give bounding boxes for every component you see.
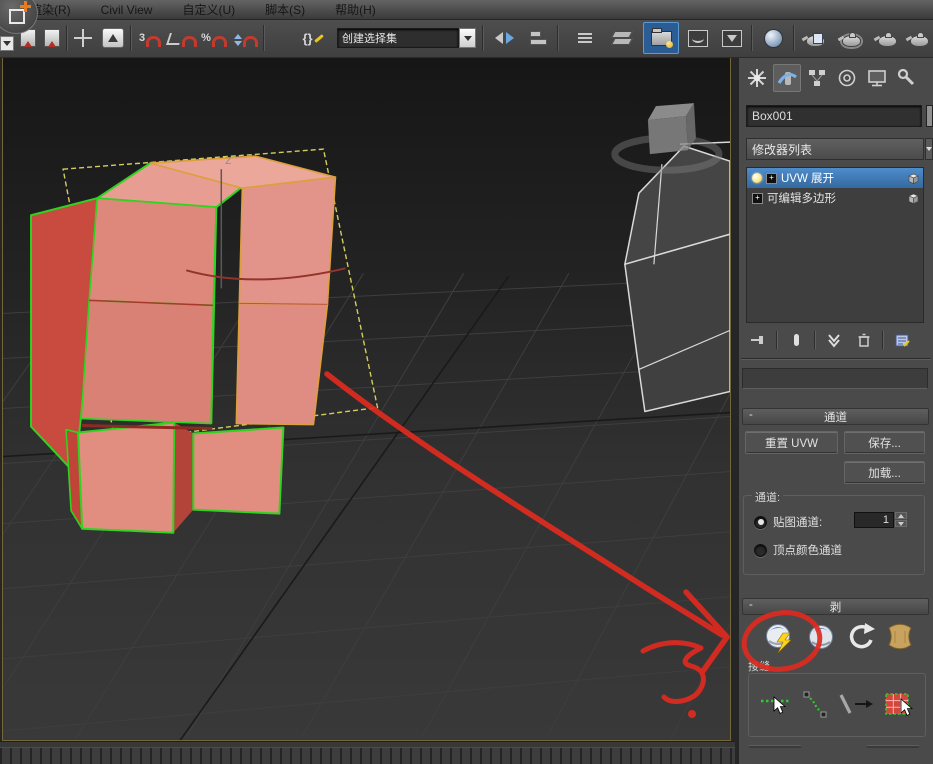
remove-modifier-icon[interactable] — [852, 329, 876, 351]
parameters-strip — [742, 368, 928, 389]
peel-tools — [763, 620, 916, 654]
command-panel: Box001 修改器列表 + UVW 展开 + 可编辑多边形 — [739, 57, 933, 764]
edge-selection-to-seams-icon[interactable] — [835, 691, 875, 719]
graphite-ribbon-icon[interactable] — [603, 23, 639, 53]
show-end-result-icon[interactable] — [784, 329, 808, 351]
modifier-list-chevron-icon[interactable] — [925, 138, 933, 160]
render-iterative-icon[interactable] — [905, 23, 933, 53]
next-rollout-edge — [749, 745, 801, 748]
angle-snap-icon[interactable] — [167, 23, 197, 53]
configure-modifier-sets-icon[interactable] — [890, 329, 914, 351]
main-toolbar: 3 % {} 创建选择集 — [0, 20, 933, 58]
object-name-field[interactable]: Box001 — [746, 105, 922, 127]
point-to-point-seam-icon[interactable] — [802, 690, 828, 720]
tab-motion[interactable] — [833, 64, 861, 92]
viewport-perspective[interactable]: Z — [2, 57, 731, 741]
menu-scripting[interactable]: 脚本(S) — [265, 1, 305, 18]
expand-plus-icon[interactable]: + — [752, 193, 763, 204]
cube-icon — [907, 172, 920, 185]
spinner-up-button[interactable] — [895, 512, 907, 519]
seams-label: 接缝 — [748, 658, 770, 674]
modifier-editable-poly[interactable]: + 可编辑多边形 — [747, 188, 923, 208]
polygon-selection-to-seams-icon[interactable] — [882, 691, 916, 719]
stack-toolbar — [746, 328, 924, 352]
render-production-icon[interactable] — [871, 23, 903, 53]
object-color-swatch[interactable] — [926, 105, 933, 127]
track-bar[interactable] — [0, 741, 735, 764]
map-channel-radio[interactable] — [754, 516, 767, 529]
render-setup-icon[interactable] — [799, 23, 831, 53]
peel-mode-icon[interactable] — [806, 621, 836, 653]
peel-rollout-header[interactable]: - 剥 — [742, 598, 929, 615]
seams-group — [748, 673, 926, 737]
selection-set-dropdown-button[interactable] — [459, 28, 476, 48]
rendered-frame-window-icon[interactable] — [835, 23, 867, 53]
select-by-name-icon[interactable] — [42, 23, 62, 53]
edit-seams-icon[interactable] — [759, 691, 795, 719]
3dsmax-window: 渲染(R) Civil View 自定义(U) 脚本(S) 帮助(H) 3 % … — [0, 0, 933, 764]
schematic-view-icon[interactable] — [683, 23, 713, 53]
spinner-snap-icon[interactable] — [231, 23, 261, 53]
menu-help[interactable]: 帮助(H) — [335, 1, 376, 18]
curve-editor-icon[interactable] — [643, 22, 679, 54]
snap-toggle-3d-icon[interactable]: 3 — [135, 23, 165, 53]
selection-set-combo-value: 创建选择集 — [342, 30, 397, 46]
tab-create[interactable] — [743, 64, 771, 92]
viewport-canvas: Z — [3, 58, 730, 740]
pin-stack-icon[interactable] — [746, 329, 770, 351]
select-and-move-icon[interactable] — [70, 23, 96, 53]
vertex-color-radio[interactable] — [754, 544, 767, 557]
named-selection-sets-icon[interactable]: {} — [296, 23, 330, 53]
track-bar-ruler[interactable] — [0, 747, 735, 764]
modifier-enabled-bulb-icon[interactable] — [752, 173, 762, 183]
map-channel-row: 贴图通道: 1 — [754, 514, 822, 530]
selection-set-combo[interactable]: 创建选择集 — [337, 28, 459, 48]
tab-modify[interactable] — [773, 64, 801, 92]
quick-peel-icon[interactable] — [763, 620, 797, 654]
modifier-stack: + UVW 展开 + 可编辑多边形 — [746, 167, 924, 323]
app-square-icon — [9, 9, 25, 24]
menu-bar: 渲染(R) Civil View 自定义(U) 脚本(S) 帮助(H) — [0, 0, 933, 20]
expand-plus-icon[interactable]: + — [766, 173, 777, 184]
tab-hierarchy[interactable] — [803, 64, 831, 92]
menu-customize[interactable]: 自定义(U) — [182, 1, 235, 18]
menu-civil-view[interactable]: Civil View — [101, 3, 153, 17]
make-unique-icon[interactable] — [822, 329, 846, 351]
channel-group: 通道: 贴图通道: 1 顶点颜色通道 — [743, 495, 925, 575]
modifier-uvw-unwrap[interactable]: + UVW 展开 — [747, 168, 923, 188]
cube-icon — [907, 192, 920, 205]
reset-peel-icon[interactable] — [845, 621, 875, 653]
percent-snap-icon[interactable]: % — [199, 23, 229, 53]
material-editor-icon[interactable] — [757, 23, 789, 53]
layer-manager-icon[interactable] — [571, 23, 599, 53]
channel-rollout-header[interactable]: - 通道 — [742, 408, 929, 425]
save-button[interactable]: 保存... — [844, 431, 925, 454]
pelt-map-icon[interactable] — [884, 622, 916, 652]
load-button[interactable]: 加载... — [844, 461, 925, 484]
dope-sheet-icon[interactable] — [717, 23, 747, 53]
select-and-place-icon[interactable] — [100, 23, 126, 53]
mirror-icon[interactable] — [489, 23, 519, 53]
z-axis-label: Z — [225, 156, 231, 167]
next-rollout-edge — [867, 745, 919, 748]
tab-utilities[interactable] — [893, 64, 921, 92]
modifier-list-dropdown[interactable]: 修改器列表 — [746, 138, 924, 160]
map-channel-spinner[interactable]: 1 — [854, 512, 894, 528]
spinner-buttons — [895, 512, 907, 527]
mini-dropdown-icon[interactable] — [0, 36, 14, 51]
tab-display[interactable] — [863, 64, 891, 92]
spinner-down-button[interactable] — [895, 520, 907, 527]
reset-uvw-button[interactable]: 重置 UVW — [745, 431, 838, 454]
vertex-color-row: 顶点颜色通道 — [754, 542, 842, 558]
align-icon[interactable] — [523, 23, 553, 53]
command-panel-tabs — [743, 64, 921, 94]
